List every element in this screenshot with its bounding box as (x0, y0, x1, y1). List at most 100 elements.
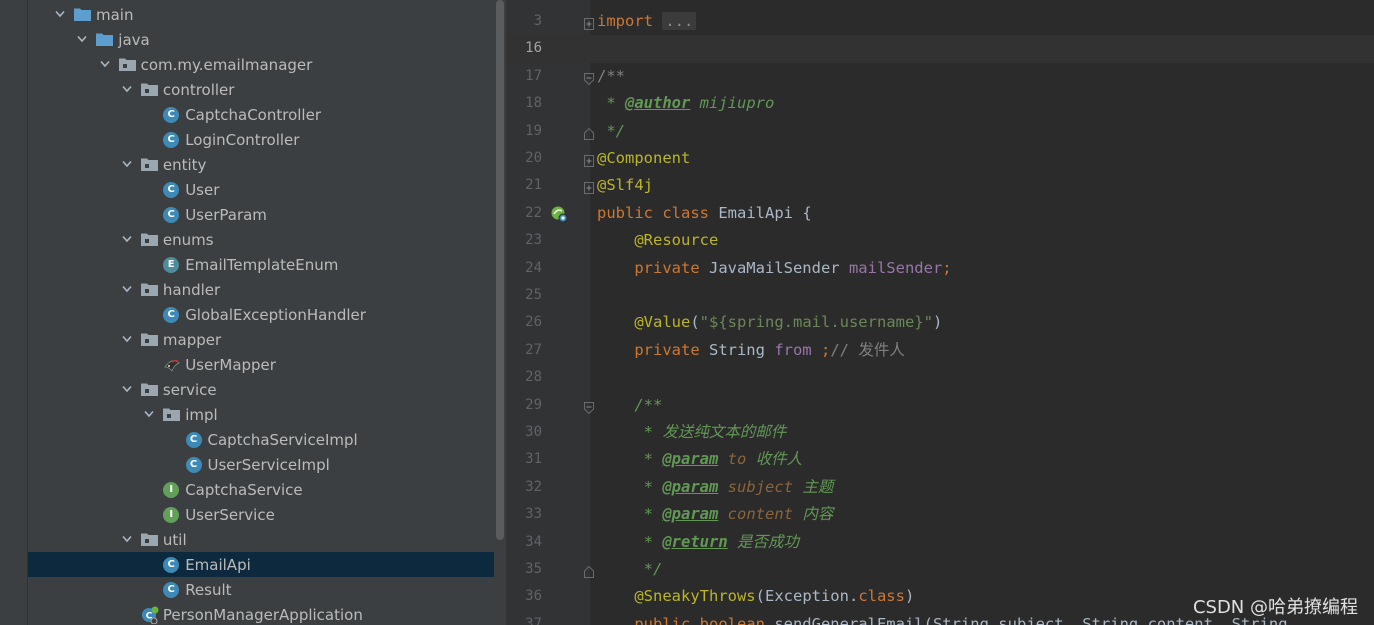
tree-item-impl[interactable]: impl (28, 402, 494, 427)
package-icon (140, 232, 158, 248)
code-line[interactable]: 16 (506, 35, 1374, 63)
tree-item-captchaserviceimpl[interactable]: C CaptchaServiceImpl (28, 427, 494, 452)
chevron-down-icon[interactable] (54, 2, 66, 27)
code-token: * (634, 505, 663, 524)
code-token: * (634, 532, 663, 551)
code-line[interactable]: 29 /** (506, 392, 1374, 419)
tree-item-label: EmailTemplateEnum (185, 256, 339, 274)
tree-item-util[interactable]: util (28, 527, 494, 552)
code-text: /** (597, 392, 662, 419)
fold-marker-icon[interactable] (584, 399, 594, 414)
chevron-down-icon[interactable] (121, 277, 133, 302)
tree-item-userparam[interactable]: C UserParam (28, 202, 494, 227)
package-icon (140, 332, 158, 348)
code-line[interactable]: 32 * @param subject 主题 (506, 474, 1374, 501)
code-line[interactable]: 34 * @return 是否成功 (506, 529, 1374, 556)
code-text: * @return 是否成功 (597, 529, 799, 556)
folded-imports-placeholder[interactable]: ... (662, 12, 697, 30)
code-text: * 发送纯文本的邮件 (597, 419, 787, 446)
tree-item-handler[interactable]: handler (28, 277, 494, 302)
tree-item-label: CaptchaServiceImpl (207, 431, 358, 449)
code-line[interactable]: 31 * @param to 收件人 (506, 446, 1374, 473)
code-token: import (597, 12, 653, 30)
code-line[interactable]: 21 @Slf4j (506, 172, 1374, 199)
code-line[interactable]: 30 * 发送纯文本的邮件 (506, 419, 1374, 446)
project-tree-scroll-thumb[interactable] (496, 0, 504, 540)
tree-item-main[interactable]: main (28, 2, 494, 27)
code-text: @SneakyThrows(Exception.class) (597, 583, 914, 610)
fold-marker-icon[interactable] (584, 70, 594, 86)
watermark: CSDN @哈弟撩编程 (1192, 597, 1358, 618)
tree-item-result[interactable]: C Result (28, 577, 494, 602)
tree-item-label: UserParam (185, 206, 267, 224)
code-token: mijiupro (690, 94, 775, 113)
code-line[interactable]: 17 /** (506, 63, 1374, 90)
code-line[interactable]: 24 private JavaMailSender mailSender; (506, 255, 1374, 282)
code-line[interactable]: 33 * @param content 内容 (506, 501, 1374, 528)
tree-item-enums[interactable]: enums (28, 227, 494, 252)
code-token: class (858, 587, 905, 606)
chevron-down-icon[interactable] (121, 152, 133, 177)
project-tree[interactable]: main java com.my.emailmanager controller C Ca… (28, 0, 494, 625)
tree-item-emailapi[interactable]: C EmailApi (28, 552, 494, 577)
tree-item-emailtemplateenum[interactable]: E EmailTemplateEnum (28, 252, 494, 277)
code-text: @Resource (597, 227, 718, 254)
code-editor[interactable]: 3 import ... 16 17/** 18 * @author mijiupro 1… (506, 0, 1374, 625)
code-line[interactable]: 3 import ... (506, 8, 1374, 35)
tree-item-userservice[interactable]: I UserService (28, 502, 494, 527)
tree-item-label: CaptchaController (185, 106, 321, 124)
fold-marker-icon[interactable] (584, 15, 594, 30)
fold-marker-icon[interactable] (584, 563, 594, 578)
code-line[interactable]: 20 @Component (506, 145, 1374, 172)
code-text: */ (597, 556, 663, 583)
code-line[interactable]: 28 (506, 364, 1374, 391)
code-line[interactable]: 19 */ (506, 118, 1374, 145)
chevron-down-icon[interactable] (76, 27, 88, 52)
tree-item-label: enums (162, 231, 214, 249)
chevron-down-icon[interactable] (121, 227, 133, 252)
tree-item-userserviceimpl[interactable]: C UserServiceImpl (28, 452, 494, 477)
tree-item-entity[interactable]: entity (28, 152, 494, 177)
code-token: String (708, 340, 775, 359)
fold-marker-icon[interactable] (584, 125, 594, 140)
project-tree-scrollbar[interactable] (494, 0, 506, 625)
tree-item-user[interactable]: C User (28, 177, 494, 202)
tree-item-java[interactable]: java (28, 27, 494, 52)
folder-icon (96, 32, 114, 48)
tree-item-personmanagerapplication[interactable]: C PersonManagerApplication (28, 602, 494, 625)
code-line[interactable]: 25 (506, 282, 1374, 309)
code-line[interactable]: 22 public class EmailApi { (506, 200, 1374, 227)
tree-item-captchacontroller[interactable]: C CaptchaController (28, 102, 494, 127)
code-text: @Component (597, 145, 690, 172)
tree-item-service[interactable]: service (28, 377, 494, 402)
tree-item-mapper[interactable]: mapper (28, 327, 494, 352)
chevron-down-icon[interactable] (121, 327, 133, 352)
code-line[interactable]: 23 @Resource (506, 227, 1374, 254)
fold-marker-icon[interactable] (584, 179, 594, 195)
line-number: 20 (525, 150, 542, 166)
chevron-down-icon[interactable] (143, 402, 155, 427)
code-line[interactable]: 26 @Value("${spring.mail.username}") (506, 309, 1374, 336)
fold-marker-icon[interactable] (584, 152, 594, 167)
tree-item-captchaservice[interactable]: I CaptchaService (28, 477, 494, 502)
chevron-down-icon[interactable] (121, 377, 133, 402)
chevron-down-icon[interactable] (121, 77, 133, 102)
chevron-down-icon[interactable] (121, 527, 133, 552)
tree-item-controller[interactable]: controller (28, 77, 494, 102)
class-icon: C (185, 432, 202, 448)
line-number: 3 (533, 13, 542, 29)
code-line[interactable]: 27 private String from ;// 发件人 (506, 337, 1374, 364)
tree-item-usermapper[interactable]: UserMapper (28, 352, 494, 377)
code-token: * (597, 94, 625, 113)
chevron-down-icon[interactable] (99, 52, 111, 77)
tree-item-logincontroller[interactable]: C LoginController (28, 127, 494, 152)
code-line[interactable]: 18 * @author mijiupro (506, 90, 1374, 117)
tree-item-globalexceptionhandler[interactable]: C GlobalExceptionHandler (28, 302, 494, 327)
code-line[interactable]: 35 */ (506, 556, 1374, 583)
spring-bean-gutter-icon[interactable] (550, 205, 568, 223)
tree-item-com-my-emailmanager[interactable]: com.my.emailmanager (28, 52, 494, 77)
tree-item-label: service (162, 381, 217, 399)
